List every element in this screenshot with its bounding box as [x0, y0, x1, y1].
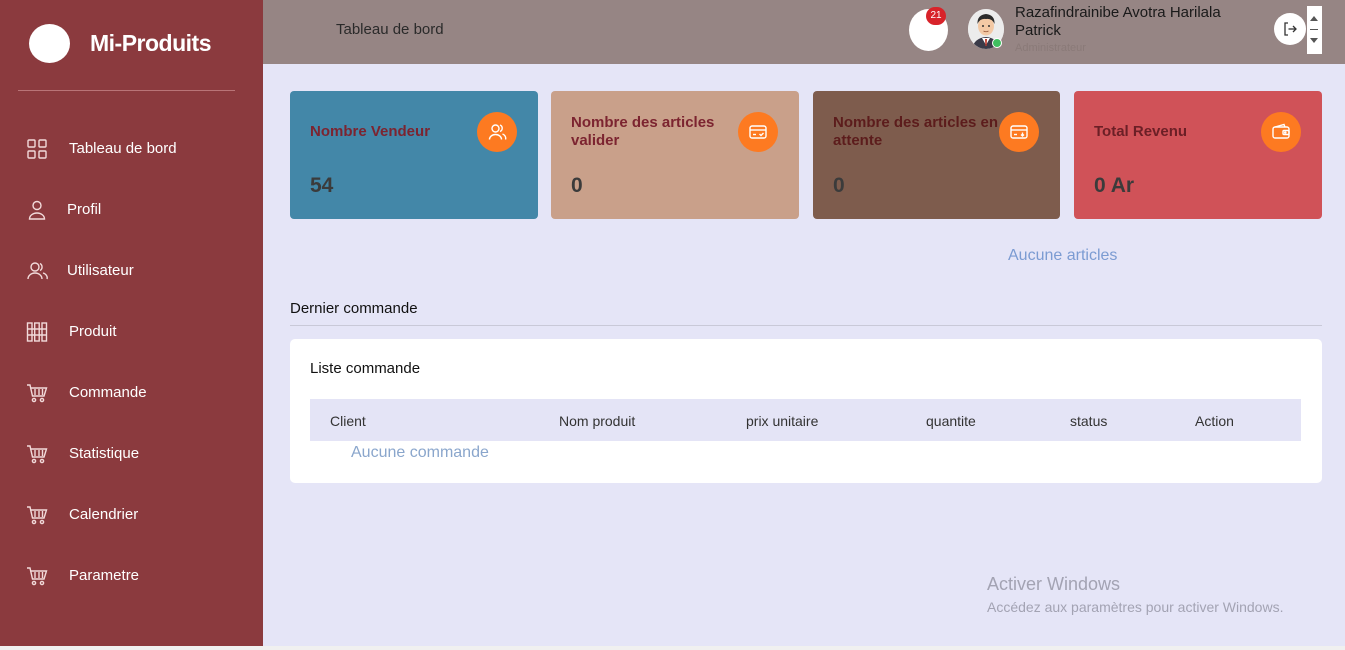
- sidebar-item-tableau-de-bord[interactable]: Tableau de bord: [0, 118, 263, 179]
- cart-icon: [26, 382, 48, 404]
- notification-badge: 21: [926, 7, 946, 25]
- windows-watermark-title: Activer Windows: [987, 574, 1121, 594]
- orders-empty-message: Aucune commande: [351, 444, 489, 461]
- card-title: Total Revenu: [1094, 123, 1188, 140]
- topbar: Tableau de bord 21 Razafindrainibe Avotr…: [263, 0, 1345, 64]
- sidebar-item-produit[interactable]: Produit: [0, 301, 263, 362]
- scroll-down-arrow-icon[interactable]: [1310, 38, 1318, 43]
- section-divider: [290, 325, 1322, 326]
- stat-card-articles-en-attente[interactable]: Nombre des articles en attente 0: [813, 91, 1060, 219]
- dashboard-grid-icon: [26, 138, 48, 160]
- sidebar-item-label: Calendrier: [69, 506, 139, 523]
- stat-card-vendeurs[interactable]: Nombre Vendeur 54: [290, 91, 538, 219]
- user-icon: [26, 199, 48, 221]
- card-value: 0: [571, 174, 583, 197]
- cart-icon: [26, 504, 48, 526]
- articles-empty-message: Aucune articles: [1008, 247, 1118, 264]
- card-title: Nombre Vendeur: [310, 123, 431, 140]
- sidebar-item-label: Produit: [69, 323, 117, 340]
- scroll-up-arrow-icon[interactable]: [1310, 16, 1318, 21]
- users-icon: [477, 112, 517, 152]
- column-header-prix-unitaire: prix unitaire: [746, 413, 819, 429]
- card-title: Nombre des articles en attente: [833, 114, 999, 149]
- logout-icon: [1284, 22, 1297, 36]
- brand-name: Mi-Produits: [90, 30, 212, 56]
- users-icon: [26, 260, 48, 282]
- sidebar-item-label: Statistique: [69, 445, 140, 462]
- cart-icon: [26, 565, 48, 587]
- user-name: Razafindrainibe Avotra Harilala Patrick: [1015, 4, 1221, 39]
- cart-icon: [26, 443, 48, 465]
- column-header-status: status: [1070, 413, 1108, 429]
- brand-logo: [29, 24, 70, 63]
- sidebar-item-statistique[interactable]: Statistique: [0, 423, 263, 484]
- column-header-action: Action: [1195, 413, 1234, 429]
- sidebar-item-calendrier[interactable]: Calendrier: [0, 484, 263, 545]
- sidebar-item-label: Profil: [67, 201, 102, 218]
- logout-button[interactable]: [1274, 13, 1306, 45]
- card-pending-icon: [999, 112, 1039, 152]
- sidebar-nav: Tableau de bord Profil Utilisateur Produ…: [0, 118, 263, 606]
- user-role: Administrateur: [1015, 42, 1086, 54]
- sidebar-item-label: Utilisateur: [67, 262, 134, 279]
- card-value: 54: [310, 174, 334, 197]
- page-title: Tableau de bord: [336, 21, 444, 38]
- sidebar-item-label: Parametre: [69, 567, 140, 584]
- online-status-dot: [992, 38, 1002, 48]
- brand[interactable]: Mi-Produits: [29, 24, 212, 63]
- scroll-thumb[interactable]: [1310, 29, 1318, 30]
- sidebar-divider: [18, 90, 235, 91]
- table-header: Client Nom produit prix unitaire quantit…: [310, 399, 1301, 441]
- window-bottom-edge: [0, 646, 1345, 650]
- sidebar-item-commande[interactable]: Commande: [0, 362, 263, 423]
- card-title: Nombre des articles valider: [571, 114, 715, 149]
- sidebar-item-label: Tableau de bord: [69, 140, 177, 157]
- stat-card-total-revenu[interactable]: Total Revenu 0 Ar: [1074, 91, 1322, 219]
- windows-watermark-subtitle: Accédez aux paramètres pour activer Wind…: [987, 599, 1284, 615]
- sidebar: Mi-Produits Tableau de bord Profil Utili…: [0, 0, 263, 646]
- sidebar-item-label: Commande: [69, 384, 147, 401]
- orders-panel: Liste commande Client Nom produit prix u…: [290, 339, 1322, 483]
- sidebar-item-parametre[interactable]: Parametre: [0, 545, 263, 606]
- sidebar-item-profil[interactable]: Profil: [0, 179, 263, 240]
- header-scrollbar[interactable]: [1307, 6, 1322, 54]
- card-check-icon: [738, 112, 778, 152]
- column-header-nom-produit: Nom produit: [559, 413, 636, 429]
- column-header-quantite: quantite: [926, 413, 976, 429]
- column-header-client: Client: [330, 413, 366, 429]
- wallet-icon: [1261, 112, 1301, 152]
- card-value: 0 Ar: [1094, 174, 1135, 197]
- sidebar-item-utilisateur[interactable]: Utilisateur: [0, 240, 263, 301]
- section-title: Dernier commande: [290, 300, 418, 317]
- panel-title: Liste commande: [310, 360, 421, 377]
- products-grid-icon: [26, 321, 48, 343]
- card-value: 0: [833, 174, 845, 197]
- stat-card-articles-valides[interactable]: Nombre des articles valider 0: [551, 91, 799, 219]
